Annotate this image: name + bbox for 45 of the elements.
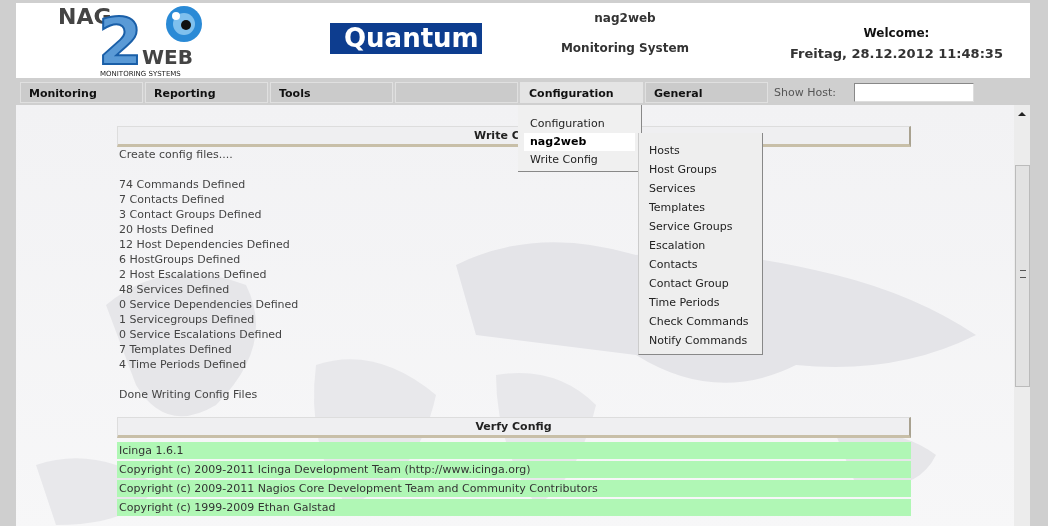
show-host-field[interactable] bbox=[854, 83, 974, 102]
menu-item[interactable]: Notify Commands bbox=[649, 331, 762, 350]
menu-item[interactable]: Escalation bbox=[649, 236, 762, 255]
log-line: 74 Commands Defined bbox=[118, 177, 246, 192]
menu-item[interactable]: Services bbox=[649, 179, 762, 198]
nav-tab[interactable]: Monitoring bbox=[20, 82, 143, 103]
output-row: Copyright (c) 2009-2011 Nagios Core Development Team and Community Contributors bbox=[117, 480, 911, 497]
log-line: Create config files.... bbox=[118, 147, 233, 162]
welcome-label: Welcome: bbox=[863, 26, 930, 40]
date-time: Freitag, 28.12.2012 11:48:35 bbox=[790, 46, 1003, 61]
menu-item[interactable]: Host Groups bbox=[649, 160, 762, 179]
log-line: 7 Templates Defined bbox=[118, 342, 232, 357]
quantum-logo: Quantum bbox=[330, 23, 482, 54]
log-line: 20 Hosts Defined bbox=[118, 222, 214, 237]
show-host-label: Show Host: bbox=[773, 85, 837, 101]
output-row: Icinga 1.6.1 bbox=[117, 442, 911, 459]
menu-item[interactable]: nag2web bbox=[524, 133, 635, 151]
menu-item[interactable]: Time Periods bbox=[649, 293, 762, 312]
menu-item[interactable]: Write Config bbox=[524, 151, 635, 169]
log-line: 6 HostGroups Defined bbox=[118, 252, 241, 267]
log-line: 1 Servicegroups Defined bbox=[118, 312, 255, 327]
menu-item[interactable]: Service Groups bbox=[649, 217, 762, 236]
log-line: Done Writing Config Files bbox=[118, 387, 258, 402]
menu-item[interactable]: Contacts bbox=[649, 255, 762, 274]
output-row: Copyright (c) 1999-2009 Ethan Galstad bbox=[117, 499, 911, 516]
nav-tab[interactable]: General bbox=[645, 82, 768, 103]
app-subtitle: Monitoring System bbox=[560, 40, 690, 55]
log-line: 2 Host Escalations Defined bbox=[118, 267, 267, 282]
menu-item[interactable]: Templates bbox=[649, 198, 762, 217]
log-line: 3 Contact Groups Defined bbox=[118, 207, 262, 222]
nav-tab[interactable]: Tools bbox=[270, 82, 393, 103]
log-line: 4 Time Periods Defined bbox=[118, 357, 247, 372]
menu-item[interactable]: Contact Group bbox=[649, 274, 762, 293]
scrollbar-drawing[interactable] bbox=[1014, 105, 1030, 526]
nav-tab[interactable]: Reporting bbox=[145, 82, 268, 103]
log-line: 0 Service Escalations Defined bbox=[118, 327, 283, 342]
log-line: 7 Contacts Defined bbox=[118, 192, 225, 207]
log-line: 48 Services Defined bbox=[118, 282, 230, 297]
menu-item[interactable]: Check Commands bbox=[649, 312, 762, 331]
section-header: Verfy Config bbox=[117, 417, 911, 438]
nav-tab[interactable]: Configuration bbox=[520, 82, 643, 103]
log-line: 12 Host Dependencies Defined bbox=[118, 237, 290, 252]
output-row: Copyright (c) 2009-2011 Icinga Development Team (http://www.icinga.org) bbox=[117, 461, 911, 478]
app-name: nag2web bbox=[594, 10, 656, 25]
log-line: 0 Service Dependencies Defined bbox=[118, 297, 299, 312]
